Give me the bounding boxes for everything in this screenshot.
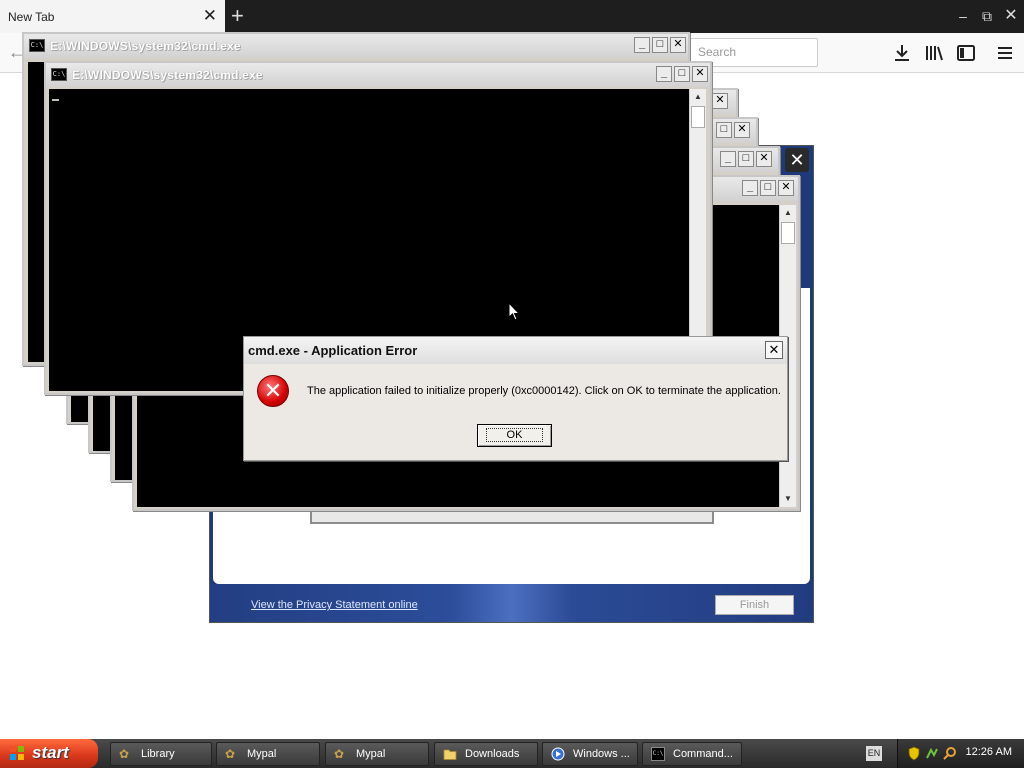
wizard-close-icon[interactable]: ✕	[785, 148, 809, 172]
maximize-icon[interactable]: □	[652, 37, 668, 53]
taskbar-item-mypal[interactable]: ✿ Mypal	[216, 742, 320, 766]
windows-logo-icon	[10, 746, 24, 760]
minimize-icon[interactable]: –	[952, 4, 974, 28]
close-icon[interactable]: ✕	[692, 66, 708, 82]
mypal-icon: ✿	[334, 747, 345, 761]
taskbar-item-library[interactable]: ✿ Library	[110, 742, 212, 766]
close-icon[interactable]: ✕	[734, 122, 750, 138]
restore-icon[interactable]: ⧉	[976, 4, 998, 28]
ok-label: OK	[485, 428, 544, 442]
close-icon[interactable]: ✕	[765, 341, 783, 359]
text-cursor	[52, 99, 59, 101]
scroll-thumb[interactable]	[781, 222, 795, 244]
start-button[interactable]: start	[0, 739, 98, 768]
close-icon[interactable]: ✕	[712, 93, 728, 109]
sidebar-icon[interactable]	[954, 41, 978, 65]
taskbar: start ✿ Library ✿ Mypal ✿ Mypal Download…	[0, 739, 1024, 768]
wizard-footer: View the Privacy Statement online Finish	[210, 584, 813, 622]
mypal-icon: ✿	[225, 747, 236, 761]
privacy-statement-link[interactable]: View the Privacy Statement online	[251, 599, 418, 611]
cmd-icon: C:\	[651, 747, 665, 761]
tab-new-tab[interactable]: New Tab ✕	[0, 0, 225, 33]
minimize-icon[interactable]: _	[742, 180, 758, 196]
cmd-icon: C:\	[51, 68, 67, 81]
hamburger-menu-icon[interactable]	[993, 41, 1017, 65]
taskbar-item-windows[interactable]: Windows ...	[542, 742, 638, 766]
browser-tab-bar: New Tab ✕ + – ⧉ ✕	[0, 0, 1024, 33]
finish-button[interactable]: Finish	[715, 595, 794, 615]
library-icon: ✿	[119, 747, 130, 761]
scroll-up-icon[interactable]: ▲	[690, 89, 706, 105]
maximize-icon[interactable]: □	[674, 66, 690, 82]
minimize-icon[interactable]: _	[656, 66, 672, 82]
cmd-title-bar[interactable]: C:\ E:\WINDOWS\system32\cmd.exe _ □ ✕	[46, 63, 710, 87]
minimize-icon[interactable]: _	[634, 37, 650, 53]
start-label: start	[32, 743, 69, 762]
mouse-pointer-icon	[508, 302, 521, 321]
search-input[interactable]	[696, 39, 814, 65]
close-tab-icon[interactable]: ✕	[203, 6, 217, 26]
windows-media-icon	[551, 747, 565, 761]
cmd-window-title: E:\WINDOWS\system32\cmd.exe	[50, 39, 241, 53]
task-label: Mypal	[356, 748, 386, 760]
taskbar-item-mypal[interactable]: ✿ Mypal	[325, 742, 429, 766]
task-label: Downloads	[465, 748, 520, 760]
task-label: Mypal	[247, 748, 277, 760]
task-label: Command...	[673, 748, 733, 760]
ok-button[interactable]: OK	[477, 424, 552, 447]
cmd-window-title: E:\WINDOWS\system32\cmd.exe	[72, 68, 263, 82]
taskbar-item-downloads[interactable]: Downloads	[434, 742, 538, 766]
library-icon[interactable]	[922, 41, 946, 65]
cmd-icon: C:\	[29, 39, 45, 52]
clock[interactable]: 12:26 AM	[966, 746, 1012, 758]
scroll-down-icon[interactable]: ▼	[780, 491, 796, 507]
folder-icon	[443, 749, 457, 760]
search-icon[interactable]	[943, 746, 957, 761]
close-icon[interactable]: ✕	[670, 37, 686, 53]
cmd-title-bar[interactable]: C:\ E:\WINDOWS\system32\cmd.exe _ □ ✕	[24, 34, 688, 58]
task-label: Windows ...	[573, 748, 630, 760]
application-error-dialog: cmd.exe - Application Error ✕ ✕ The appl…	[243, 336, 788, 461]
security-shield-icon[interactable]	[907, 746, 921, 761]
maximize-icon[interactable]: □	[738, 151, 754, 167]
taskbar-item-command[interactable]: C:\ Command...	[642, 742, 742, 766]
maximize-icon[interactable]: □	[760, 180, 776, 196]
close-icon[interactable]: ✕	[778, 180, 794, 196]
scroll-up-icon[interactable]: ▲	[780, 205, 796, 221]
new-tab-icon[interactable]: +	[231, 3, 244, 29]
download-icon[interactable]	[890, 41, 914, 65]
network-icon[interactable]	[925, 746, 939, 761]
minimize-icon[interactable]: _	[720, 151, 736, 167]
maximize-icon[interactable]: □	[716, 122, 732, 138]
error-x-icon: ✕	[257, 375, 289, 407]
task-label: Library	[141, 748, 175, 760]
scroll-thumb[interactable]	[691, 106, 705, 128]
close-window-icon[interactable]: ✕	[1000, 4, 1022, 28]
system-tray: 12:26 AM	[897, 739, 1024, 768]
error-title: cmd.exe - Application Error	[248, 343, 418, 358]
language-indicator[interactable]: EN	[866, 746, 882, 761]
close-icon[interactable]: ✕	[756, 151, 772, 167]
error-title-bar[interactable]: cmd.exe - Application Error ✕	[244, 337, 787, 364]
error-message: The application failed to initialize pro…	[307, 385, 781, 397]
tab-title: New Tab	[8, 10, 55, 24]
